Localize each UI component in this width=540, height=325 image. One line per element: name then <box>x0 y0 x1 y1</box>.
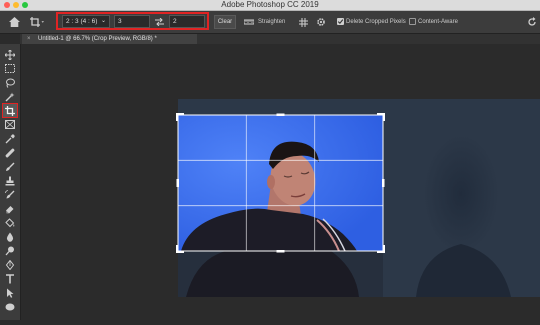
clear-button[interactable]: Clear <box>214 15 236 29</box>
ellipse-icon <box>5 303 15 310</box>
document-tab[interactable]: × Untitled-1 @ 66.7% (Crop Preview, RGB/… <box>22 34 197 44</box>
eraser-tool[interactable] <box>3 202 17 215</box>
crop-icon <box>5 105 15 116</box>
torso-below-crop <box>186 251 359 297</box>
wall-shadow <box>423 134 499 254</box>
eraser-icon <box>6 205 14 213</box>
reset-crop-icon[interactable] <box>526 15 538 29</box>
brush-icon <box>6 162 15 171</box>
close-tab-icon[interactable]: × <box>27 34 31 44</box>
pen-icon <box>5 259 15 270</box>
crop-preview[interactable] <box>21 44 540 320</box>
lasso-tool[interactable] <box>3 76 17 89</box>
home-icon[interactable] <box>6 15 22 29</box>
delete-cropped-checkbox[interactable] <box>337 18 344 25</box>
clone-stamp-tool[interactable] <box>3 174 17 187</box>
crop-tool-preset-icon[interactable] <box>28 15 46 29</box>
history-brush-icon <box>5 189 15 198</box>
pen-tool[interactable] <box>3 258 17 271</box>
move-tool[interactable] <box>3 48 17 61</box>
frame-tool[interactable] <box>3 118 17 131</box>
aspect-ratio-value: 2 : 3 (4 : 6) <box>66 18 98 25</box>
paint-bucket-tool[interactable] <box>3 216 17 229</box>
document-canvas[interactable] <box>21 44 540 320</box>
history-brush-tool[interactable] <box>3 188 17 201</box>
tools-panel <box>0 44 21 320</box>
crop-options-bar: 2 : 3 (4 : 6) ⌄ 3 2 Clear Straighten Del… <box>0 11 540 34</box>
content-aware-label[interactable]: Content-Aware <box>418 15 458 29</box>
paint-bucket-icon <box>5 217 15 227</box>
eyedropper-tool[interactable] <box>3 132 17 145</box>
marquee-icon <box>5 64 15 73</box>
straighten-icon[interactable] <box>243 15 255 29</box>
healing-tool[interactable] <box>3 146 17 159</box>
path-select-tool[interactable] <box>3 286 17 299</box>
document-tab-bar: × Untitled-1 @ 66.7% (Crop Preview, RGB/… <box>20 34 540 44</box>
bandage-icon <box>5 148 15 157</box>
quick-select-tool[interactable] <box>3 90 17 103</box>
window-title: Adobe Photoshop CC 2019 <box>221 0 319 9</box>
crop-width-input[interactable]: 3 <box>114 15 150 28</box>
eyedropper-icon <box>5 133 15 143</box>
marquee-tool[interactable] <box>3 62 17 75</box>
blur-tool[interactable] <box>3 230 17 243</box>
crop-height-input[interactable]: 2 <box>169 15 205 28</box>
delete-cropped-label[interactable]: Delete Cropped Pixels <box>346 15 406 29</box>
content-aware-checkbox[interactable] <box>409 18 416 25</box>
stamp-icon <box>5 176 15 185</box>
swap-dimensions-icon[interactable] <box>153 15 165 29</box>
checkmark-icon <box>337 19 344 25</box>
brush-tool[interactable] <box>3 160 17 173</box>
move-icon <box>5 49 15 60</box>
crop-tool[interactable] <box>2 103 18 118</box>
lasso-icon <box>6 78 15 88</box>
type-icon <box>6 273 14 283</box>
crop-content <box>178 115 383 251</box>
arrow-pointer-icon <box>7 288 14 298</box>
droplet-icon <box>6 232 14 242</box>
window-titlebar: Adobe Photoshop CC 2019 <box>0 0 540 11</box>
quick-select-icon <box>5 92 15 101</box>
straighten-label[interactable]: Straighten <box>258 15 285 29</box>
document-tab-label: Untitled-1 @ 66.7% (Crop Preview, RGB/8) <box>38 36 153 42</box>
chevron-down-icon: ⌄ <box>100 18 106 24</box>
document-modified-marker: * <box>154 36 157 42</box>
gear-icon[interactable] <box>315 15 327 29</box>
ellipse-tool[interactable] <box>3 300 17 313</box>
overlay-grid-icon[interactable] <box>297 15 309 29</box>
dodge-icon <box>5 246 14 255</box>
type-tool[interactable] <box>3 272 17 285</box>
dodge-tool[interactable] <box>3 244 17 257</box>
frame-icon <box>5 120 15 129</box>
aspect-ratio-select[interactable]: 2 : 3 (4 : 6) ⌄ <box>62 15 110 28</box>
